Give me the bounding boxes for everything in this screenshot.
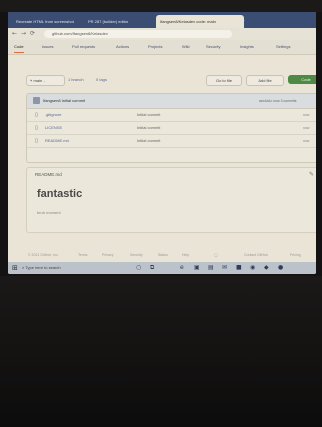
edge-icon[interactable]: e	[180, 264, 184, 272]
code-button[interactable]: Code	[288, 75, 316, 84]
file-name[interactable]: .gitignore	[45, 111, 61, 119]
chrome-icon[interactable]: ◉	[250, 264, 255, 272]
reload-icon[interactable]: ⟳	[30, 29, 35, 39]
tab-security[interactable]: Security	[206, 42, 220, 52]
tab-label: PR 287 (builder) editor	[88, 19, 129, 24]
file-icon: ▯	[35, 112, 38, 118]
new-tab-button[interactable]: +	[240, 15, 245, 28]
commit-message[interactable]: Ifangsen8 Initial commit	[43, 96, 85, 106]
app-icon[interactable]: ●	[278, 264, 283, 272]
readme-title: fantastic	[37, 188, 83, 200]
tab-label: Ifangsen8/Kelasdev code: main	[160, 19, 216, 24]
taskbar-search-input[interactable]: ⌕ Type here to search	[22, 263, 122, 273]
laptop-bezel	[0, 276, 322, 427]
cortana-icon[interactable]: ○	[136, 264, 141, 272]
page-footer: © 2021 GitHub, Inc. Terms Privacy Securi…	[8, 251, 316, 261]
footer-link[interactable]: Contact GitHub	[244, 251, 268, 259]
url-input[interactable]: github.com/Ifangsen8/Kelasdev	[44, 30, 232, 38]
file-age: now	[303, 126, 310, 130]
search-placeholder: Type here to search	[25, 265, 61, 270]
app-icon[interactable]: ◆	[264, 264, 269, 272]
latest-commit-row: Ifangsen8 Initial commit aec4a1c now 3 c…	[27, 94, 316, 109]
footer-link[interactable]: Security	[130, 251, 143, 259]
task-view-icon[interactable]: ⧉	[150, 264, 154, 272]
app-icon[interactable]: ■	[236, 264, 242, 272]
tab-settings[interactable]: Settings	[276, 42, 290, 52]
table-row[interactable]: ▯ LICENSE Initial commit now	[27, 122, 316, 135]
table-row[interactable]: ▯ README.md Initial commit now	[27, 135, 316, 148]
tab-pull-requests[interactable]: Pull requests	[72, 42, 95, 52]
tab-actions[interactable]: Actions	[116, 42, 129, 52]
pencil-icon[interactable]: ✎	[309, 171, 314, 179]
footer-link[interactable]: Help	[182, 251, 189, 259]
file-age: now	[303, 113, 310, 117]
github-logo-icon: ◯	[214, 253, 218, 257]
file-age: now	[303, 139, 310, 143]
repo-content: ⑂ main ▾ 1 branch 0 tags Go to file Add …	[8, 55, 316, 274]
forward-icon[interactable]: →	[21, 29, 26, 39]
store-icon[interactable]: ▣	[194, 264, 200, 272]
table-row[interactable]: ▯ .gitignore Initial commit now	[27, 109, 316, 122]
back-icon[interactable]: ←	[12, 29, 17, 39]
file-commit-message[interactable]: Initial commit	[137, 111, 160, 119]
file-icon: ▯	[35, 138, 38, 144]
file-list: Ifangsen8 Initial commit aec4a1c now 3 c…	[26, 93, 316, 163]
commit-meta[interactable]: aec4a1c now 3 commits	[259, 96, 297, 106]
avatar	[33, 97, 40, 104]
footer-link[interactable]: Status	[158, 251, 168, 259]
tab-code[interactable]: Code	[14, 42, 24, 53]
laptop-screen: Recreate HTML from screenshot PR 287 (bu…	[8, 12, 316, 274]
repo-nav: Code Issues Pull requests Actions Projec…	[8, 40, 316, 55]
file-name[interactable]: LICENSE	[45, 124, 62, 132]
go-to-file-button[interactable]: Go to file	[206, 75, 242, 86]
tab-wiki[interactable]: Wiki	[182, 42, 190, 52]
browser-tab[interactable]: PR 287 (builder) editor	[84, 15, 160, 28]
browser-tab[interactable]: Recreate HTML from screenshot	[12, 15, 88, 28]
windows-start-icon[interactable]: ⊞	[12, 264, 18, 272]
footer-link[interactable]: Terms	[78, 251, 88, 259]
file-icon: ▯	[35, 125, 38, 131]
tab-projects[interactable]: Projects	[148, 42, 162, 52]
footer-link[interactable]: Privacy	[102, 251, 113, 259]
tab-issues[interactable]: Issues	[42, 42, 54, 52]
tab-insights[interactable]: Insights	[240, 42, 254, 52]
footer-link[interactable]: Pricing	[290, 251, 301, 259]
readme-header: README.md	[35, 172, 62, 177]
photo-top-edge	[0, 0, 322, 12]
branch-label: main	[33, 78, 43, 83]
add-file-button[interactable]: Add file	[246, 75, 284, 86]
file-name[interactable]: README.md	[45, 137, 69, 145]
footer-copyright: © 2021 GitHub, Inc.	[28, 253, 59, 257]
mail-icon[interactable]: ✉	[222, 264, 227, 272]
readme-panel: README.md ✎ fantastic bruh moment	[26, 167, 316, 233]
address-bar: ← → ⟳ github.com/Ifangsen8/Kelasdev	[8, 28, 316, 40]
branch-selector[interactable]: ⑂ main ▾	[26, 75, 65, 86]
folder-icon[interactable]: ▤	[208, 264, 214, 272]
file-commit-message[interactable]: Initial commit	[137, 137, 160, 145]
tags-link[interactable]: 0 tags	[96, 76, 107, 84]
browser-tab-active[interactable]: Ifangsen8/Kelasdev code: main	[156, 15, 244, 28]
browser-tab-bar: Recreate HTML from screenshot PR 287 (bu…	[8, 12, 316, 28]
windows-taskbar: ⊞ ⌕ Type here to search ○ ⧉ e ▣ ▤ ✉ ■ ◉ …	[8, 262, 316, 274]
readme-body: bruh moment	[37, 210, 61, 215]
branches-link[interactable]: 1 branch	[68, 76, 84, 84]
file-commit-message[interactable]: Initial commit	[137, 124, 160, 132]
tab-label: Recreate HTML from screenshot	[16, 19, 74, 24]
